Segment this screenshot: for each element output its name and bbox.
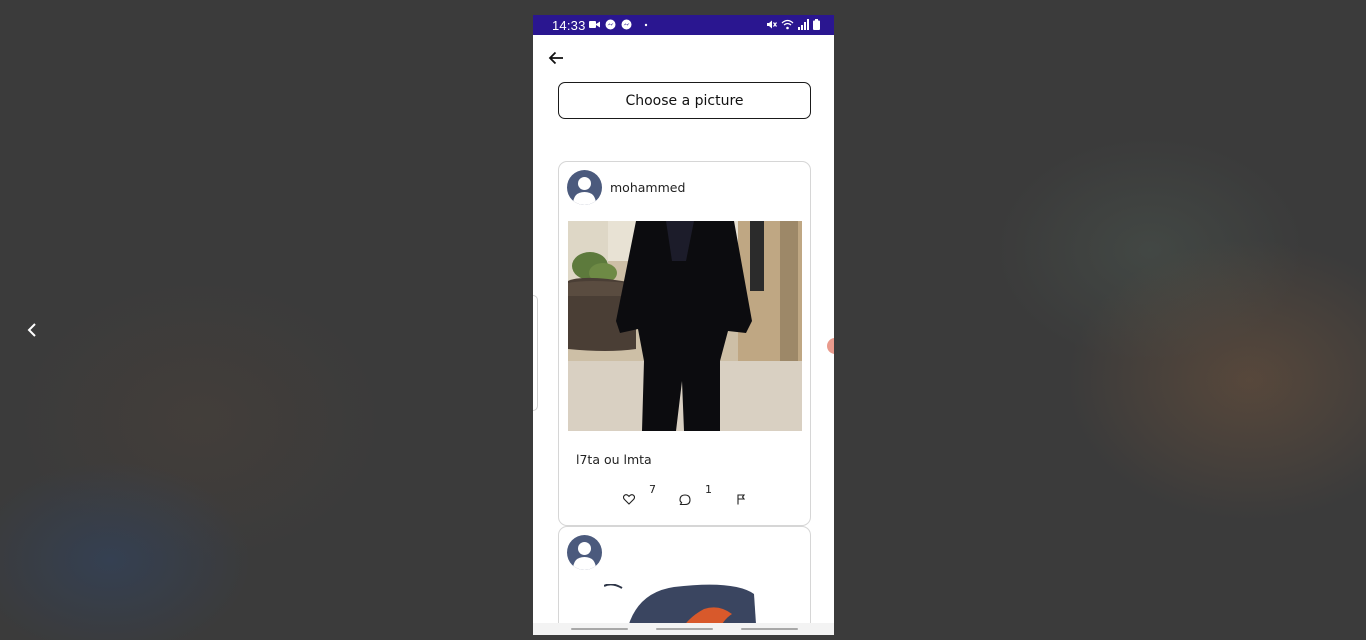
post-photo-illustration xyxy=(568,221,802,431)
avatar[interactable] xyxy=(567,170,602,205)
comment-count: 1 xyxy=(705,483,712,496)
post-card xyxy=(558,526,811,635)
comment-icon[interactable] xyxy=(679,494,691,506)
chevron-left-icon xyxy=(27,323,36,337)
back-button[interactable] xyxy=(545,49,567,67)
post-actions: 7 1 xyxy=(559,482,812,512)
choose-picture-button[interactable]: Choose a picture xyxy=(558,82,811,119)
default-user-icon xyxy=(573,177,596,205)
post-card: mohammed l7ta ou lmta 7 1 xyxy=(558,161,811,526)
phone-screen: 14:33 Choose a picture mohammed l7ta ou … xyxy=(533,15,834,635)
floating-handle[interactable] xyxy=(827,338,834,354)
post-image[interactable] xyxy=(568,221,802,431)
default-user-icon xyxy=(573,542,596,570)
status-left-icons xyxy=(589,19,649,30)
nav-back[interactable] xyxy=(741,628,798,630)
heart-icon[interactable] xyxy=(623,494,635,505)
messenger-icon xyxy=(605,19,616,30)
post-username[interactable]: mohammed xyxy=(610,180,685,195)
nav-home[interactable] xyxy=(656,628,713,630)
battery-icon xyxy=(813,19,820,30)
wifi-icon xyxy=(781,19,794,30)
messenger-icon xyxy=(621,19,632,30)
signal-icon xyxy=(798,19,809,30)
adjacent-page-edge xyxy=(533,295,538,411)
arrow-left-icon xyxy=(548,51,563,65)
status-bar: 14:33 xyxy=(533,15,834,35)
post-caption: l7ta ou lmta xyxy=(576,452,652,467)
video-camera-icon xyxy=(589,21,600,28)
system-navigation-bar xyxy=(533,623,834,635)
nav-recent-apps[interactable] xyxy=(571,628,628,630)
flag-icon[interactable] xyxy=(736,494,746,505)
dot-icon xyxy=(644,23,648,26)
status-time: 14:33 xyxy=(552,18,586,33)
avatar[interactable] xyxy=(567,535,602,570)
status-right-icons xyxy=(766,19,820,30)
mute-icon xyxy=(767,20,777,29)
like-count: 7 xyxy=(649,483,656,496)
previous-image-button[interactable] xyxy=(18,314,46,346)
